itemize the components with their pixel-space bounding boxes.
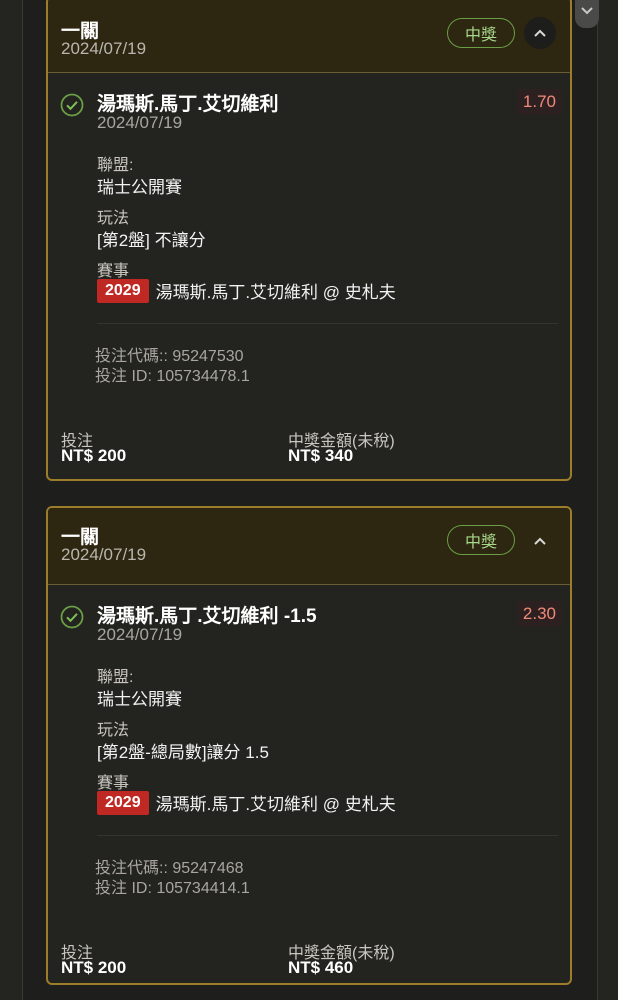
scroll-down-tab[interactable] xyxy=(575,0,599,28)
stake-amount: NT$ 200 xyxy=(61,958,127,977)
check-circle-icon xyxy=(60,93,84,117)
collapse-button[interactable] xyxy=(524,17,556,49)
bet-id: 投注 ID: 105734478.1 xyxy=(95,368,250,385)
odds-value: 1.70 xyxy=(516,89,562,115)
league-value: 瑞士公開賽 xyxy=(97,690,182,709)
payout-amount: NT$ 340 xyxy=(288,446,354,465)
ticket-header[interactable]: 一關 2024/07/19 中獎 xyxy=(48,0,570,73)
divider xyxy=(97,835,558,836)
ticket-date: 2024/07/19 xyxy=(61,545,147,564)
check-circle-icon xyxy=(60,605,84,629)
payout-amount: NT$ 460 xyxy=(288,958,354,977)
league-label: 聯盟: xyxy=(97,669,134,686)
event-name: 湯瑪斯.馬丁.艾切維利 @ 史札夫 xyxy=(155,795,396,814)
ticket-header[interactable]: 一關 2024/07/19 中獎 xyxy=(48,508,570,585)
selection-date: 2024/07/19 xyxy=(97,625,183,644)
league-label: 聯盟: xyxy=(97,157,134,174)
stake-amount: NT$ 200 xyxy=(61,446,127,465)
collapse-button[interactable] xyxy=(524,525,556,557)
event-name: 湯瑪斯.馬丁.艾切維利 @ 史札夫 xyxy=(155,283,396,302)
selection-date: 2024/07/19 xyxy=(97,113,183,132)
event-row: 2029 湯瑪斯.馬丁.艾切維利 @ 史札夫 xyxy=(97,790,396,815)
market-value: [第2盤] 不讓分 xyxy=(97,231,206,250)
status-badge: 中獎 xyxy=(447,18,515,48)
event-id-badge: 2029 xyxy=(97,790,149,815)
right-gutter xyxy=(597,0,618,1000)
event-row: 2029 湯瑪斯.馬丁.艾切維利 @ 史札夫 xyxy=(97,278,396,303)
selection-name: 湯瑪斯.馬丁.艾切維利 xyxy=(97,94,279,115)
bet-ticket-card: 一關 2024/07/19 中獎 湯瑪斯.馬丁.艾切維利 -1.5 2024/0… xyxy=(46,506,572,985)
selection-name: 湯瑪斯.馬丁.艾切維利 -1.5 xyxy=(97,606,317,627)
event-id-badge: 2029 xyxy=(97,278,149,303)
market-label: 玩法 xyxy=(97,210,130,227)
chevron-down-icon xyxy=(581,7,593,15)
bet-id: 投注 ID: 105734414.1 xyxy=(95,880,250,897)
ticket-date: 2024/07/19 xyxy=(61,39,147,58)
odds-value: 2.30 xyxy=(516,601,562,627)
league-value: 瑞士公開賽 xyxy=(97,178,182,197)
chevron-up-icon xyxy=(534,537,546,545)
left-gutter xyxy=(0,0,23,1000)
bet-ticket-card: 一關 2024/07/19 中獎 湯瑪斯.馬丁.艾切維利 2024/07/19 … xyxy=(46,0,572,481)
divider xyxy=(97,323,558,324)
chevron-up-icon xyxy=(534,29,546,37)
market-value: [第2盤-總局數]讓分 1.5 xyxy=(97,743,269,762)
market-label: 玩法 xyxy=(97,722,130,739)
status-badge: 中獎 xyxy=(447,525,515,555)
